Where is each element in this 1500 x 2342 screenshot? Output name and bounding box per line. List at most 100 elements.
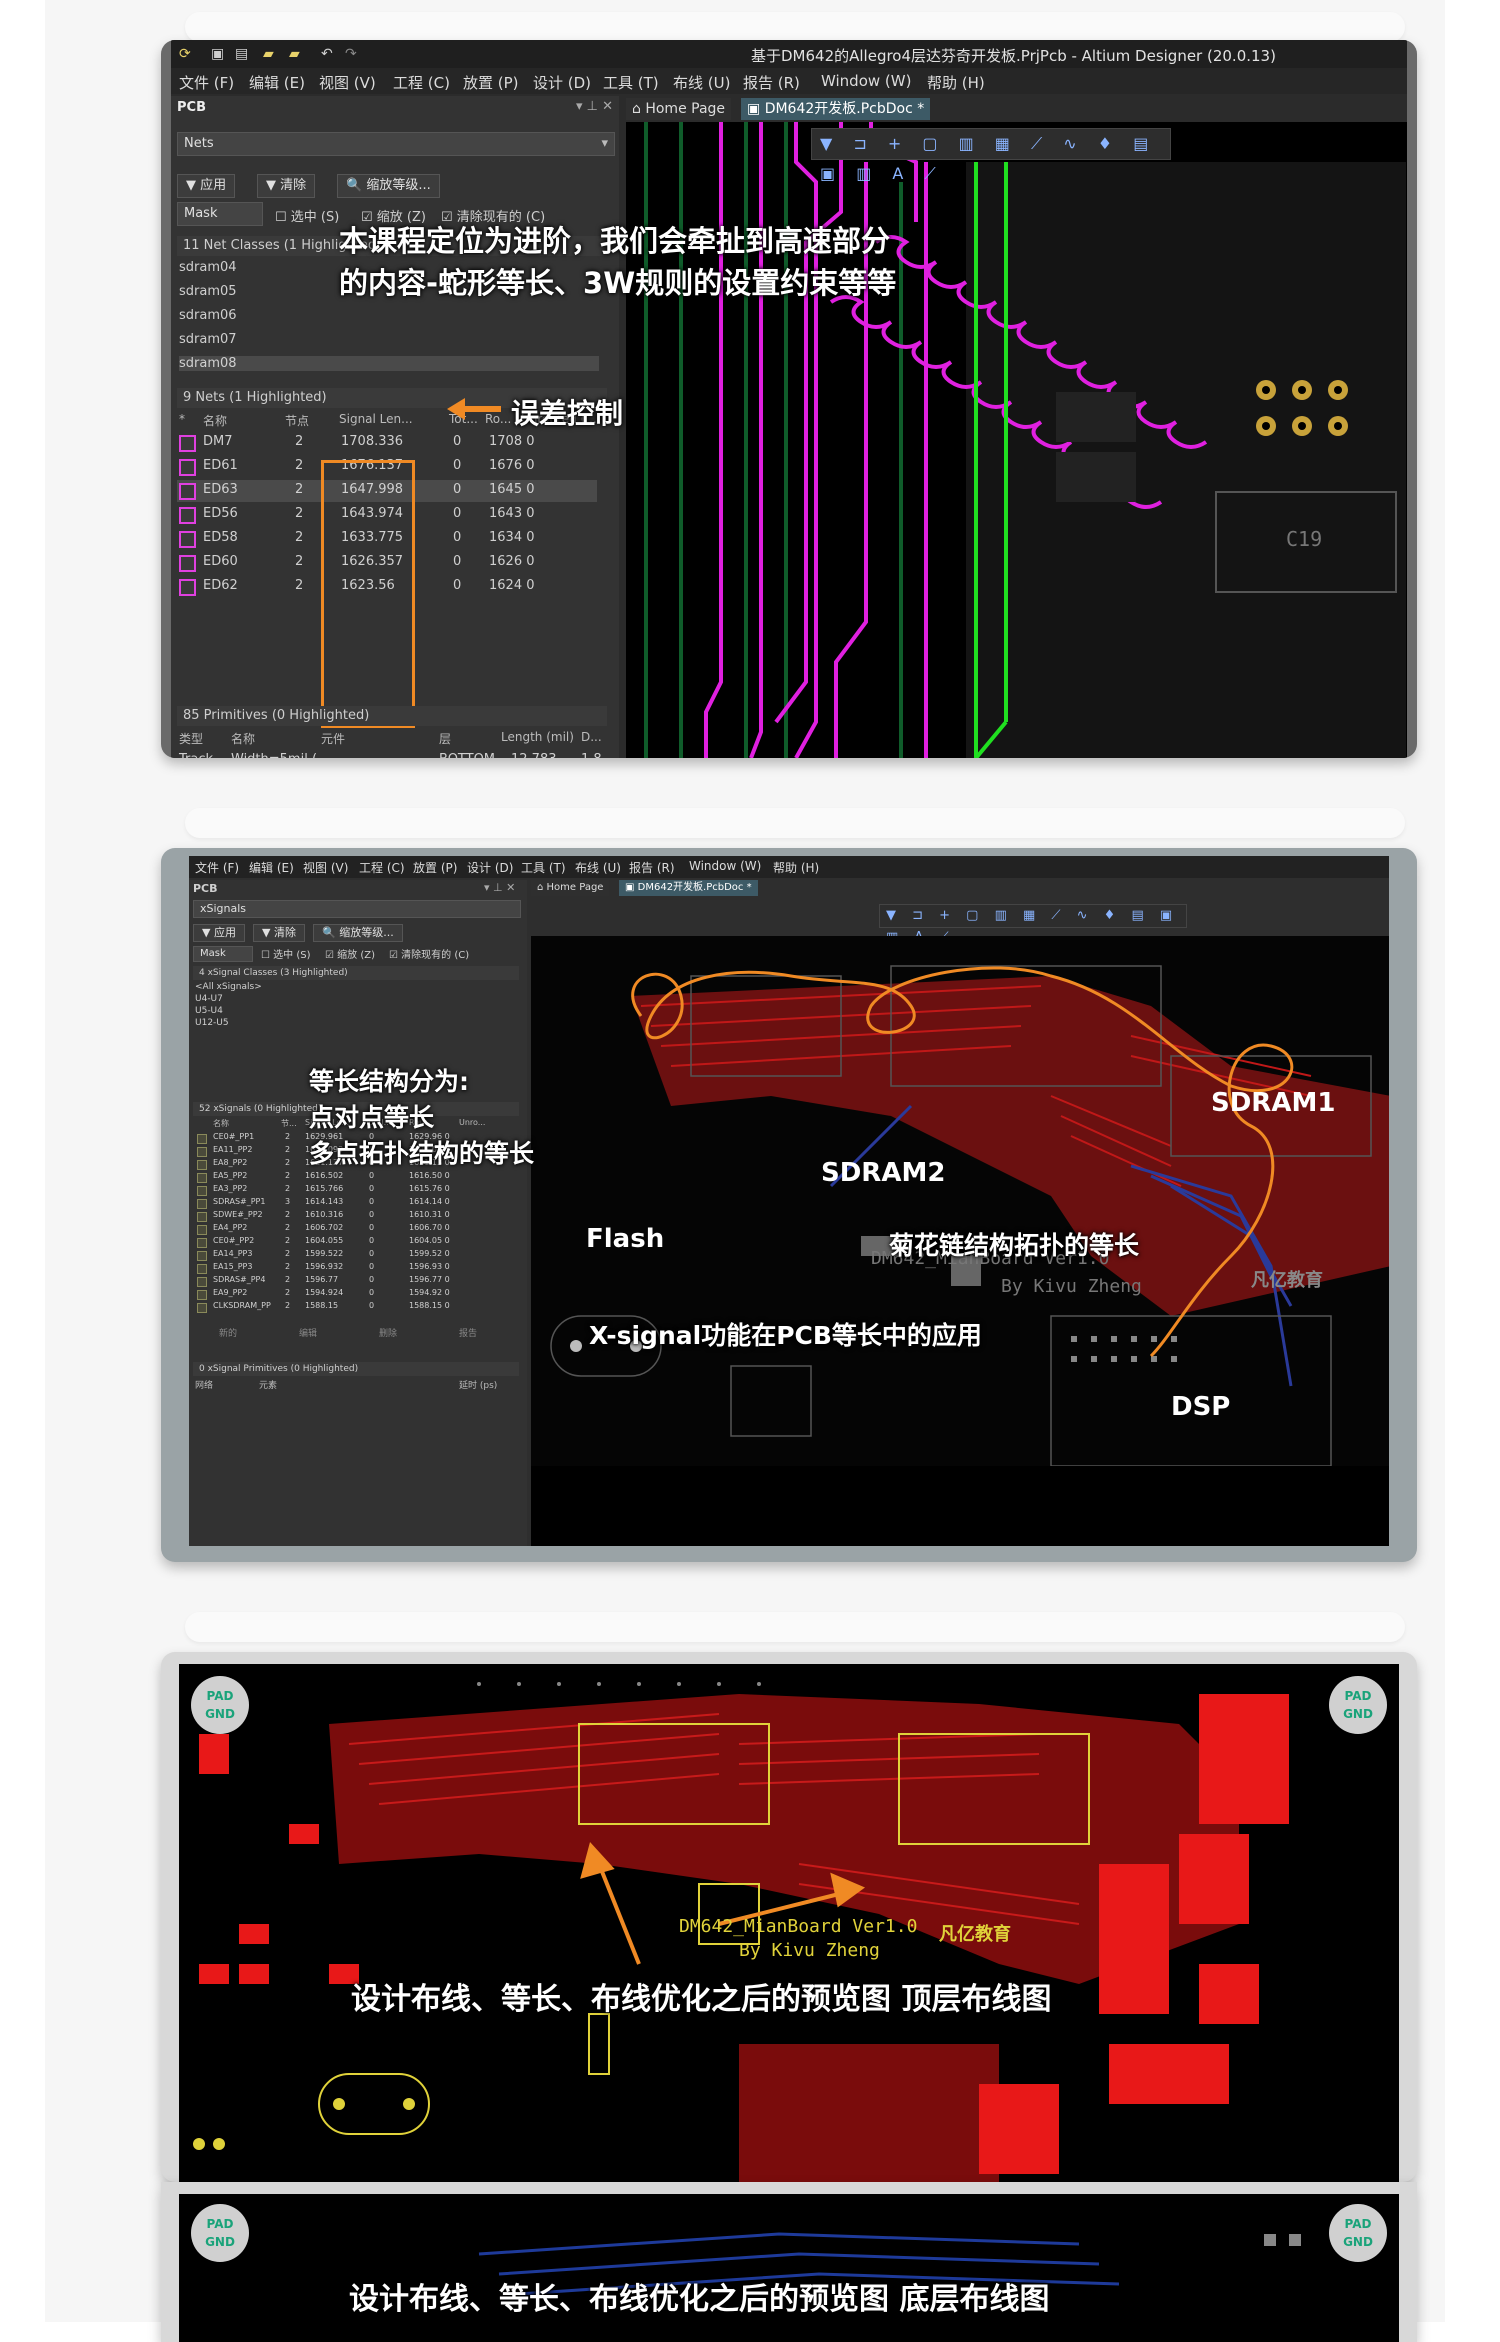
- undo-icon[interactable]: ↶: [321, 46, 333, 62]
- menu-view[interactable]: 视图 (V): [303, 859, 348, 876]
- class-item[interactable]: U12-U5: [195, 1018, 229, 1028]
- signal-checkbox[interactable]: [197, 1251, 207, 1261]
- signal-checkbox[interactable]: [197, 1173, 207, 1183]
- tab-home-page[interactable]: ⌂ Home Page: [531, 880, 610, 896]
- panel-controls-icon[interactable]: ▾ ⊥ ✕: [484, 881, 515, 894]
- menu-help[interactable]: 帮助 (H): [927, 72, 985, 93]
- menu-window[interactable]: Window (W): [821, 72, 911, 90]
- signals-col-name[interactable]: 名称: [213, 1118, 229, 1129]
- menu-place[interactable]: 放置 (P): [413, 859, 457, 876]
- menu-reports[interactable]: 报告 (R): [743, 72, 800, 93]
- net-checkbox[interactable]: [179, 459, 196, 476]
- folder-icon[interactable]: ▰: [289, 46, 300, 62]
- save-all-icon[interactable]: ▤: [235, 46, 248, 62]
- menu-view[interactable]: 视图 (V): [319, 72, 376, 93]
- net-checkbox[interactable]: [179, 507, 196, 524]
- signal-checkbox[interactable]: [197, 1212, 207, 1222]
- menu-design[interactable]: 设计 (D): [467, 859, 513, 876]
- menu-project[interactable]: 工程 (C): [359, 859, 405, 876]
- menu-project[interactable]: 工程 (C): [393, 72, 450, 93]
- menu-help[interactable]: 帮助 (H): [773, 859, 819, 876]
- prim-col-delay[interactable]: 延时 (ps): [459, 1378, 497, 1391]
- class-item[interactable]: <All xSignals>: [195, 982, 262, 992]
- mask-select[interactable]: Mask: [177, 202, 263, 226]
- prim-col-name[interactable]: 名称: [231, 730, 255, 747]
- apply-button[interactable]: ▼ 应用: [193, 924, 245, 942]
- option-select[interactable]: ☐ 选中 (S): [261, 946, 311, 961]
- signal-checkbox[interactable]: [197, 1238, 207, 1248]
- menu-reports[interactable]: 报告 (R): [629, 859, 675, 876]
- option-zoom[interactable]: ☑ 缩放 (Z): [325, 946, 375, 961]
- option-select[interactable]: ☐ 选中 (S): [275, 206, 339, 225]
- menu-edit[interactable]: 编辑 (E): [249, 72, 305, 93]
- table-button-report[interactable]: 报告: [459, 1326, 477, 1339]
- zoom-level-button[interactable]: 🔍 缩放等级...: [313, 924, 403, 942]
- nets-col-name[interactable]: 名称: [203, 412, 227, 429]
- prim-col-element[interactable]: 元素: [259, 1378, 277, 1391]
- signal-checkbox[interactable]: [197, 1134, 207, 1144]
- clear-button[interactable]: ▼ 清除: [257, 174, 316, 198]
- filter-select[interactable]: Nets ▾: [177, 132, 615, 156]
- nets-col-signal-length[interactable]: Signal Len...: [339, 412, 413, 426]
- signals-col-nodes[interactable]: 节...: [281, 1118, 297, 1129]
- menu-window[interactable]: Window (W): [689, 859, 761, 873]
- menu-place[interactable]: 放置 (P): [463, 72, 519, 93]
- panel-controls-icon[interactable]: ▾ ⊥ ✕: [576, 99, 613, 114]
- prim-col-type[interactable]: 类型: [179, 730, 203, 747]
- net-checkbox[interactable]: [179, 483, 196, 500]
- mask-select[interactable]: Mask: [193, 946, 253, 962]
- nets-col-nodes[interactable]: 节点: [285, 412, 309, 429]
- class-item[interactable]: U5-U4: [195, 1006, 223, 1016]
- menu-design[interactable]: 设计 (D): [533, 72, 591, 93]
- prim-col-layer[interactable]: 层: [439, 730, 451, 747]
- net-checkbox[interactable]: [179, 555, 196, 572]
- save-icon[interactable]: ▣: [211, 46, 224, 62]
- open-folder-icon[interactable]: ▰: [263, 46, 274, 62]
- net-class-item-selected[interactable]: sdram08: [179, 356, 599, 371]
- tab-pcb-doc[interactable]: ▣ DM642开发板.PcbDoc *: [741, 98, 931, 120]
- prim-col-length[interactable]: Length (mil): [501, 730, 574, 744]
- signal-checkbox[interactable]: [197, 1160, 207, 1170]
- option-clear-existing[interactable]: ☑ 清除现有的 (C): [389, 946, 469, 961]
- net-class-item[interactable]: sdram05: [179, 284, 237, 299]
- net-class-item[interactable]: sdram04: [179, 260, 237, 275]
- zoom-level-button[interactable]: 🔍 缩放等级...: [337, 174, 440, 198]
- net-checkbox[interactable]: [179, 531, 196, 548]
- prim-col-net[interactable]: 网络: [195, 1378, 213, 1391]
- signal-checkbox[interactable]: [197, 1290, 207, 1300]
- filter-select[interactable]: xSignals: [193, 900, 521, 918]
- signal-checkbox[interactable]: [197, 1147, 207, 1157]
- menu-tools[interactable]: 工具 (T): [603, 72, 659, 93]
- signal-checkbox[interactable]: [197, 1225, 207, 1235]
- signal-checkbox[interactable]: [197, 1264, 207, 1274]
- clear-button[interactable]: ▼ 清除: [253, 924, 305, 942]
- signal-checkbox[interactable]: [197, 1186, 207, 1196]
- pcb-toolbar[interactable]: ▼ ⊐ + ▢ ▥ ▦ ⟋ ∿ ♦ ▤ ▣ ▥ A ⟋: [811, 128, 1171, 183]
- net-class-item[interactable]: sdram07: [179, 332, 237, 347]
- menu-route[interactable]: 布线 (U): [575, 859, 621, 876]
- menu-tools[interactable]: 工具 (T): [521, 859, 566, 876]
- prim-col-component[interactable]: 元件: [321, 730, 345, 747]
- signal-checkbox[interactable]: [197, 1277, 207, 1287]
- menu-file[interactable]: 文件 (F): [179, 72, 234, 93]
- net-checkbox[interactable]: [179, 579, 196, 596]
- nets-col-routed[interactable]: Ro...: [485, 412, 511, 426]
- signal-checkbox[interactable]: [197, 1199, 207, 1209]
- pcb-toolbar[interactable]: ▼ ⊐ + ▢ ▥ ▦ ⟋ ∿ ♦ ▤ ▣ ▥ A ⟋: [879, 904, 1187, 945]
- tab-pcb-doc[interactable]: ▣ DM642开发板.PcbDoc *: [619, 880, 758, 896]
- table-button-edit[interactable]: 编辑: [299, 1326, 317, 1339]
- tab-home-page[interactable]: ⌂ Home Page: [626, 98, 732, 120]
- menu-edit[interactable]: 编辑 (E): [249, 859, 294, 876]
- apply-button[interactable]: ▼ 应用: [177, 174, 236, 198]
- prim-col-d[interactable]: D...: [581, 730, 602, 744]
- signals-col-unrouted[interactable]: Unro...: [459, 1118, 485, 1127]
- table-button-new[interactable]: 新的: [219, 1326, 237, 1339]
- net-class-item[interactable]: sdram06: [179, 308, 237, 323]
- redo-icon[interactable]: ↷: [345, 46, 357, 62]
- signal-checkbox[interactable]: [197, 1303, 207, 1313]
- net-checkbox[interactable]: [179, 435, 196, 452]
- menu-route[interactable]: 布线 (U): [673, 72, 730, 93]
- pcb-canvas[interactable]: Flash SDRAM2 SDRAM1 DSP DM642_MianBoard …: [531, 936, 1389, 1546]
- class-item[interactable]: U4-U7: [195, 994, 223, 1004]
- menu-file[interactable]: 文件 (F): [195, 859, 239, 876]
